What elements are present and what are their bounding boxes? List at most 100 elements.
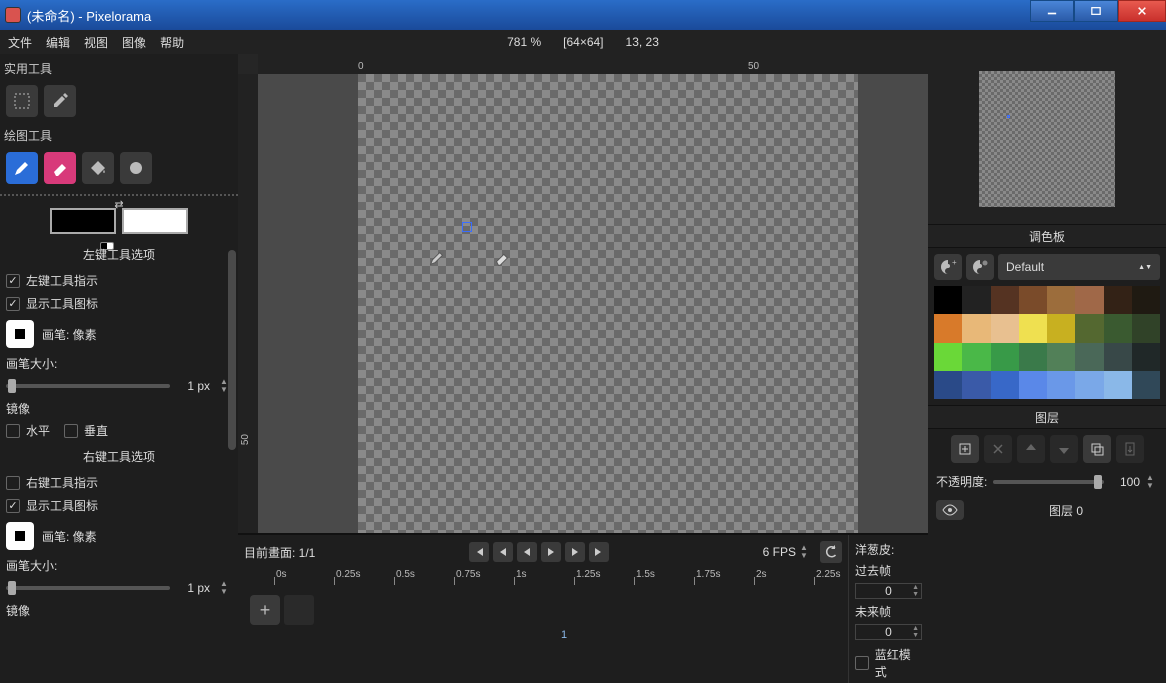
- palette-swatch-5[interactable]: [1075, 286, 1103, 314]
- layer-visibility-button[interactable]: [936, 500, 964, 520]
- menu-file[interactable]: 文件: [8, 34, 32, 51]
- last-frame-button[interactable]: [589, 542, 609, 562]
- palette-swatch-8[interactable]: [934, 314, 962, 342]
- opacity-slider[interactable]: [993, 477, 1104, 487]
- blue-red-checkbox[interactable]: [855, 656, 869, 670]
- utility-tools-label: 实用工具: [0, 54, 238, 81]
- minimize-button[interactable]: [1030, 0, 1074, 22]
- eraser-tool[interactable]: [44, 152, 76, 184]
- palette-swatch-2[interactable]: [991, 286, 1019, 314]
- onion-future-spinner[interactable]: 0▲▼: [855, 624, 922, 640]
- palette-swatch-13[interactable]: [1075, 314, 1103, 342]
- delete-layer-button[interactable]: [984, 435, 1012, 463]
- draw-tools-label: 绘图工具: [0, 121, 238, 148]
- ruler-horizontal[interactable]: 0 50: [258, 54, 928, 74]
- palette-swatch-6[interactable]: [1104, 286, 1132, 314]
- palette-swatch-22[interactable]: [1104, 343, 1132, 371]
- palette-swatch-1[interactable]: [962, 286, 990, 314]
- palette-swatch-0[interactable]: [934, 286, 962, 314]
- palette-swatch-25[interactable]: [962, 371, 990, 399]
- palette-swatch-19[interactable]: [1019, 343, 1047, 371]
- left-mirror-v-checkbox[interactable]: [64, 424, 78, 438]
- left-hint-checkbox[interactable]: [6, 274, 20, 288]
- close-button[interactable]: [1118, 0, 1166, 22]
- move-layer-up-button[interactable]: [1017, 435, 1045, 463]
- onion-past-spinner[interactable]: 0▲▼: [855, 583, 922, 599]
- left-brush-size-slider[interactable]: [6, 381, 170, 391]
- palette-swatch-29[interactable]: [1075, 371, 1103, 399]
- ruler-vertical[interactable]: 50: [238, 74, 258, 533]
- palette-swatch-7[interactable]: [1132, 286, 1160, 314]
- canvas-dimensions: [64×64]: [563, 30, 603, 54]
- swap-colors-icon[interactable]: ⇄: [114, 198, 123, 211]
- opacity-down[interactable]: ▼: [1146, 482, 1158, 490]
- background-color[interactable]: [122, 208, 188, 234]
- palette-swatch-27[interactable]: [1019, 371, 1047, 399]
- palette-swatch-17[interactable]: [962, 343, 990, 371]
- prev-frame-button[interactable]: [493, 542, 513, 562]
- add-palette-button[interactable]: +: [934, 254, 962, 280]
- palette-swatch-26[interactable]: [991, 371, 1019, 399]
- left-brush-preview[interactable]: [6, 320, 34, 348]
- palette-swatch-16[interactable]: [934, 343, 962, 371]
- timeline-ruler[interactable]: 0s0.25s0.5s0.75s1s1.25s1.5s1.75s2s2.25s: [244, 569, 842, 589]
- status-info: 781 % [64×64] 13, 23: [507, 30, 659, 54]
- clone-layer-button[interactable]: [1083, 435, 1111, 463]
- palette-swatch-20[interactable]: [1047, 343, 1075, 371]
- menu-help[interactable]: 帮助: [160, 34, 184, 51]
- palette-swatch-12[interactable]: [1047, 314, 1075, 342]
- palette-swatch-24[interactable]: [934, 371, 962, 399]
- edit-palette-button[interactable]: [966, 254, 994, 280]
- canvas-viewport[interactable]: [258, 74, 928, 533]
- pencil-cursor-icon: [428, 249, 446, 267]
- onion-title: 洋葱皮:: [855, 541, 922, 558]
- menu-view[interactable]: 视图: [84, 34, 108, 51]
- bucket-tool[interactable]: [82, 152, 114, 184]
- options-scrollbar[interactable]: [228, 250, 236, 450]
- palette-swatch-15[interactable]: [1132, 314, 1160, 342]
- palette-swatch-31[interactable]: [1132, 371, 1160, 399]
- next-frame-button[interactable]: [565, 542, 585, 562]
- frame-cell-1[interactable]: [284, 595, 314, 625]
- right-brush-preview[interactable]: [6, 522, 34, 550]
- palette-swatch-4[interactable]: [1047, 286, 1075, 314]
- add-frame-button[interactable]: +: [250, 595, 280, 625]
- rect-select-tool[interactable]: [6, 85, 38, 117]
- move-layer-down-button[interactable]: [1050, 435, 1078, 463]
- add-layer-button[interactable]: [951, 435, 979, 463]
- palette-swatch-3[interactable]: [1019, 286, 1047, 314]
- right-icon-checkbox[interactable]: [6, 499, 20, 513]
- right-brush-size-slider[interactable]: [6, 583, 170, 593]
- left-icon-checkbox[interactable]: [6, 297, 20, 311]
- fps-down[interactable]: ▼: [800, 552, 812, 560]
- maximize-button[interactable]: [1074, 0, 1118, 22]
- layers-header: 图层: [928, 405, 1166, 429]
- pencil-tool[interactable]: [6, 152, 38, 184]
- palette-select[interactable]: Default▲▼: [998, 254, 1160, 280]
- play-back-button[interactable]: [517, 542, 537, 562]
- foreground-color[interactable]: [50, 208, 116, 234]
- play-button[interactable]: [541, 542, 561, 562]
- merge-layer-button[interactable]: [1116, 435, 1144, 463]
- menu-image[interactable]: 图像: [122, 34, 146, 51]
- palette-swatch-10[interactable]: [991, 314, 1019, 342]
- right-hint-checkbox[interactable]: [6, 476, 20, 490]
- color-picker-tool[interactable]: [44, 85, 76, 117]
- palette-swatch-30[interactable]: [1104, 371, 1132, 399]
- canvas[interactable]: [358, 74, 858, 533]
- palette-swatch-21[interactable]: [1075, 343, 1103, 371]
- right-size-down[interactable]: ▼: [220, 588, 232, 596]
- palette-swatch-14[interactable]: [1104, 314, 1132, 342]
- layer-item-0[interactable]: 图层 0: [928, 494, 1166, 526]
- first-frame-button[interactable]: [469, 542, 489, 562]
- menu-edit[interactable]: 编辑: [46, 34, 70, 51]
- palette-swatch-23[interactable]: [1132, 343, 1160, 371]
- palette-swatch-28[interactable]: [1047, 371, 1075, 399]
- loop-button[interactable]: [820, 541, 842, 563]
- palette-swatch-11[interactable]: [1019, 314, 1047, 342]
- palette-swatch-9[interactable]: [962, 314, 990, 342]
- palette-swatch-18[interactable]: [991, 343, 1019, 371]
- lighten-tool[interactable]: [120, 152, 152, 184]
- left-mirror-h-checkbox[interactable]: [6, 424, 20, 438]
- color-picker-area: ⇄: [0, 202, 238, 240]
